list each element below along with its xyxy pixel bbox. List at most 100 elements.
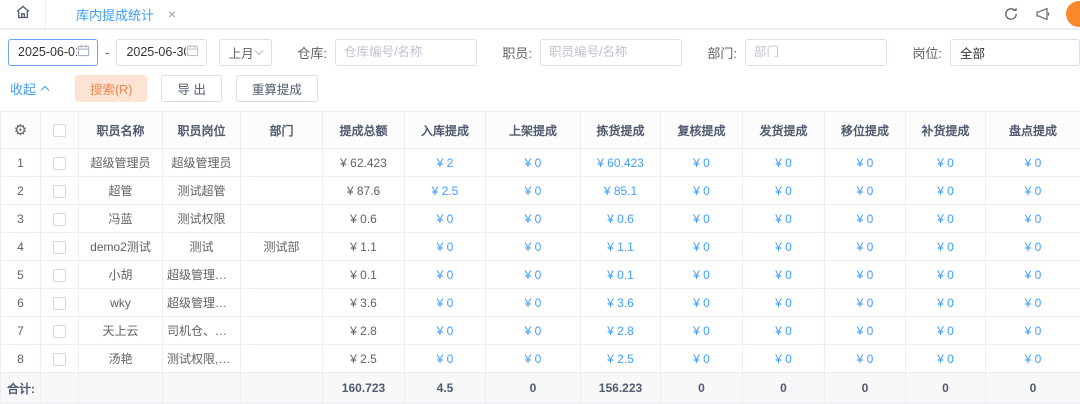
commission-amount-link[interactable]: ¥ 0 — [661, 317, 743, 345]
row-checkbox[interactable] — [53, 241, 66, 254]
commission-amount-link[interactable]: ¥ 0 — [906, 317, 986, 345]
commission-amount-link[interactable]: ¥ 0 — [405, 261, 486, 289]
commission-amount-link[interactable]: ¥ 0 — [661, 205, 743, 233]
commission-amount-link[interactable]: ¥ 0 — [986, 345, 1080, 373]
announcement-icon[interactable] — [1034, 6, 1051, 22]
home-button[interactable] — [0, 0, 46, 29]
commission-amount-link[interactable]: ¥ 0 — [405, 289, 486, 317]
commission-amount-link[interactable]: ¥ 0 — [486, 233, 581, 261]
commission-amount-link[interactable]: ¥ 0 — [825, 177, 906, 205]
commission-amount-link[interactable]: ¥ 0 — [906, 205, 986, 233]
commission-amount-link[interactable]: ¥ 0 — [906, 177, 986, 205]
commission-amount-link[interactable]: ¥ 2.8 — [581, 317, 661, 345]
commission-amount-link[interactable]: ¥ 0 — [825, 261, 906, 289]
commission-amount-link[interactable]: ¥ 0 — [743, 177, 825, 205]
commission-amount-link[interactable]: ¥ 0 — [906, 261, 986, 289]
date-to-input[interactable] — [116, 39, 206, 66]
commission-amount-link[interactable]: ¥ 0 — [661, 261, 743, 289]
commission-amount-link[interactable]: ¥ 0.1 — [581, 261, 661, 289]
date-to-value[interactable] — [126, 45, 185, 59]
commission-amount-link[interactable]: ¥ 0 — [825, 205, 906, 233]
commission-amount-link[interactable]: ¥ 0 — [986, 177, 1080, 205]
recalc-commission-button[interactable]: 重算提成 — [236, 75, 318, 102]
commission-amount-link[interactable]: ¥ 0 — [486, 317, 581, 345]
row-checkbox[interactable] — [53, 353, 66, 366]
commission-amount-link[interactable]: ¥ 0 — [405, 345, 486, 373]
period-select-value: 上月 — [229, 43, 254, 62]
commission-amount-link[interactable]: ¥ 0 — [743, 233, 825, 261]
commission-amount-link[interactable]: ¥ 0 — [825, 149, 906, 177]
commission-amount-link[interactable]: ¥ 0 — [906, 233, 986, 261]
commission-amount-link[interactable]: ¥ 0 — [661, 177, 743, 205]
select-all-checkbox[interactable] — [53, 124, 66, 137]
row-checkbox[interactable] — [53, 269, 66, 282]
commission-amount-link[interactable]: ¥ 0 — [986, 317, 1080, 345]
commission-amount-link[interactable]: ¥ 0 — [405, 205, 486, 233]
commission-amount-link[interactable]: ¥ 0 — [405, 233, 486, 261]
row-checkbox-cell — [41, 205, 79, 233]
search-button[interactable]: 搜索(R) — [75, 75, 147, 102]
commission-amount-link[interactable]: ¥ 0 — [906, 149, 986, 177]
staff-position: 测试权限 — [163, 205, 241, 233]
commission-amount-link[interactable]: ¥ 0 — [661, 233, 743, 261]
row-checkbox[interactable] — [53, 185, 66, 198]
commission-amount-link[interactable]: ¥ 0 — [743, 289, 825, 317]
column-settings-gear-icon[interactable]: ⚙ — [1, 112, 41, 149]
position-input[interactable] — [950, 39, 1080, 66]
close-icon[interactable]: × — [168, 7, 176, 21]
commission-amount-link[interactable]: ¥ 0 — [743, 205, 825, 233]
commission-amount-link[interactable]: ¥ 0 — [486, 289, 581, 317]
commission-amount-link[interactable]: ¥ 0 — [661, 289, 743, 317]
commission-amount-link[interactable]: ¥ 0 — [986, 289, 1080, 317]
commission-amount-link[interactable]: ¥ 2.5 — [581, 345, 661, 373]
commission-amount-link[interactable]: ¥ 0 — [825, 317, 906, 345]
row-checkbox[interactable] — [53, 325, 66, 338]
export-button[interactable]: 导 出 — [161, 75, 221, 102]
commission-amount-link[interactable]: ¥ 0 — [486, 261, 581, 289]
commission-amount-link[interactable]: ¥ 2.5 — [405, 177, 486, 205]
total-value: 0 — [906, 373, 986, 404]
commission-amount-link[interactable]: ¥ 0 — [743, 345, 825, 373]
commission-amount-link[interactable]: ¥ 3.6 — [581, 289, 661, 317]
commission-amount-link[interactable]: ¥ 85.1 — [581, 177, 661, 205]
commission-amount-link[interactable]: ¥ 0 — [825, 233, 906, 261]
commission-amount-link[interactable]: ¥ 1.1 — [581, 233, 661, 261]
commission-amount-link[interactable]: ¥ 0 — [743, 317, 825, 345]
commission-amount-link[interactable]: ¥ 0 — [661, 345, 743, 373]
commission-amount-link[interactable]: ¥ 0 — [486, 345, 581, 373]
commission-amount-link[interactable]: ¥ 0 — [906, 289, 986, 317]
commission-amount-link[interactable]: ¥ 0 — [486, 177, 581, 205]
period-select[interactable]: 上月 — [219, 39, 273, 66]
commission-amount-link[interactable]: ¥ 0 — [986, 233, 1080, 261]
date-from-value[interactable] — [18, 45, 77, 59]
commission-amount-link[interactable]: ¥ 2 — [405, 149, 486, 177]
commission-amount-link[interactable]: ¥ 0 — [743, 261, 825, 289]
commission-amount-link[interactable]: ¥ 0 — [986, 149, 1080, 177]
refresh-icon[interactable] — [1003, 6, 1019, 22]
date-range-separator: - — [105, 45, 109, 60]
date-from-input[interactable] — [8, 39, 98, 66]
tab-commission-stats[interactable]: 库内提成统计 × — [62, 0, 190, 29]
commission-amount-link[interactable]: ¥ 0 — [661, 149, 743, 177]
commission-amount-link[interactable]: ¥ 0 — [825, 345, 906, 373]
commission-amount-link[interactable]: ¥ 0 — [986, 205, 1080, 233]
total-position-cell — [163, 373, 241, 404]
commission-amount-link[interactable]: ¥ 0.6 — [581, 205, 661, 233]
commission-amount-link[interactable]: ¥ 60.423 — [581, 149, 661, 177]
commission-amount-link[interactable]: ¥ 0 — [486, 205, 581, 233]
staff-input[interactable] — [541, 40, 682, 65]
commission-amount-link[interactable]: ¥ 0 — [743, 149, 825, 177]
commission-amount-link[interactable]: ¥ 0 — [405, 317, 486, 345]
total-value: 0 — [661, 373, 743, 404]
commission-amount-link[interactable]: ¥ 0 — [986, 261, 1080, 289]
warehouse-input[interactable] — [336, 40, 477, 65]
department-input[interactable] — [746, 40, 887, 65]
commission-amount-link[interactable]: ¥ 0 — [906, 345, 986, 373]
row-checkbox[interactable] — [53, 157, 66, 170]
collapse-link[interactable]: 收起 — [10, 79, 48, 98]
commission-amount-link[interactable]: ¥ 0 — [486, 149, 581, 177]
avatar[interactable] — [1066, 1, 1080, 27]
commission-amount-link[interactable]: ¥ 0 — [825, 289, 906, 317]
row-checkbox[interactable] — [53, 297, 66, 310]
row-checkbox[interactable] — [53, 213, 66, 226]
